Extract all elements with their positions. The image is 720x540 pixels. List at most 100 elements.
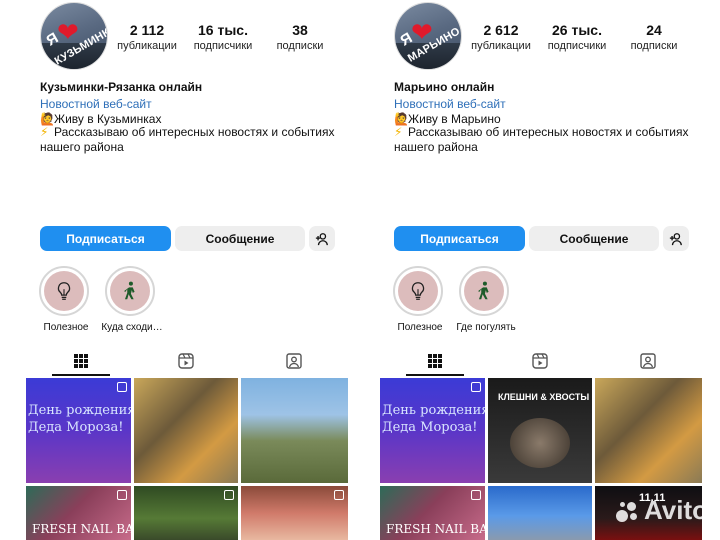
post-tile[interactable] xyxy=(241,378,348,483)
grid-icon xyxy=(74,354,88,368)
stat-followers[interactable]: 26 тыс. подписчики xyxy=(540,21,614,53)
tab-posts[interactable] xyxy=(424,350,446,372)
active-tab-indicator xyxy=(52,374,110,376)
avito-watermark: Avito xyxy=(614,495,708,526)
profile-kuzminki: ❤ Я КУЗЬМИНКИ 2 112 публикации 16 тыс. п… xyxy=(0,0,360,540)
stat-label: публикации xyxy=(117,40,177,52)
highlight-label: Полезное xyxy=(43,322,89,333)
stat-number: 24 xyxy=(646,22,662,38)
highlight-useful[interactable]: Полезное xyxy=(39,266,91,333)
bio-text: Живу в Кузьминках xyxy=(54,112,162,126)
stat-label: подписчики xyxy=(547,40,607,52)
post-tile[interactable] xyxy=(595,378,702,483)
stat-following[interactable]: 38 подписки xyxy=(268,21,332,53)
add-user-icon xyxy=(315,232,328,245)
tagged-user-icon xyxy=(286,353,302,369)
walking-person-icon xyxy=(478,281,489,300)
add-user-button[interactable] xyxy=(309,226,335,251)
profile-name: Марьино онлайн xyxy=(394,80,495,94)
avatar[interactable]: ❤ Я КУЗЬМИНКИ xyxy=(40,2,108,70)
lightning-emoji-icon: ⚡ xyxy=(40,125,49,139)
post-tile[interactable]: FRESH NAIL BAR xyxy=(380,486,485,540)
lightbulb-icon xyxy=(57,282,71,300)
profile-name: Кузьминки-Рязанка онлайн xyxy=(40,80,203,94)
carousel-icon xyxy=(117,382,127,392)
tab-tagged[interactable] xyxy=(283,350,305,372)
highlight-useful[interactable]: Полезное xyxy=(393,266,445,333)
post-caption: FRESH NAIL BAR xyxy=(386,522,485,536)
highlight-label: Где погулять xyxy=(456,322,516,333)
bio-line-2: ⚡ Рассказываю об интересных новостях и со… xyxy=(394,125,714,155)
follow-button[interactable]: Подписаться xyxy=(394,226,525,251)
stat-number: 16 тыс. xyxy=(198,22,248,38)
carousel-icon xyxy=(334,490,344,500)
walking-person-icon xyxy=(124,281,135,300)
lightning-emoji-icon: ⚡ xyxy=(394,125,403,139)
add-user-icon xyxy=(669,232,682,245)
stat-number: 2 112 xyxy=(129,22,165,38)
stat-label: подписки xyxy=(630,40,678,52)
highlight-where-to-go[interactable]: Куда сходи… xyxy=(101,266,163,333)
stat-posts[interactable]: 2 612 публикации xyxy=(466,21,536,53)
food-plate-image xyxy=(510,418,570,468)
post-tile[interactable]: FRESH NAIL BAR xyxy=(26,486,131,540)
tab-tagged[interactable] xyxy=(637,350,659,372)
highlight-label: Полезное xyxy=(397,322,443,333)
reels-icon xyxy=(471,490,481,500)
stat-followers[interactable]: 16 тыс. подписчики xyxy=(186,21,260,53)
tab-reels[interactable] xyxy=(175,350,197,372)
tagged-user-icon xyxy=(640,353,656,369)
post-caption: FRESH NAIL BAR xyxy=(32,522,131,536)
stat-number: 38 xyxy=(292,22,308,38)
follow-button[interactable]: Подписаться xyxy=(40,226,171,251)
stat-number: 2 612 xyxy=(483,22,519,38)
highlight-where-to-walk[interactable]: Где погулять xyxy=(456,266,516,333)
bio-line-1: 🙋Живу в Кузьминках xyxy=(40,112,161,126)
stat-label: подписчики xyxy=(193,40,253,52)
message-button[interactable]: Сообщение xyxy=(529,226,659,251)
stat-posts[interactable]: 2 112 публикации xyxy=(112,21,182,53)
post-tile[interactable] xyxy=(134,486,238,540)
bio-line-2: ⚡ Рассказываю об интересных новостях и со… xyxy=(40,125,360,155)
lightbulb-icon xyxy=(411,282,425,300)
stat-label: публикации xyxy=(471,40,531,52)
bio-text: Рассказываю об интересных новостях и соб… xyxy=(40,125,335,154)
woman-emoji-icon: 🙋 xyxy=(394,112,409,126)
reels-icon xyxy=(178,353,194,369)
profile-category-link[interactable]: Новостной веб-сайт xyxy=(394,97,506,111)
carousel-icon xyxy=(471,382,481,392)
post-caption: День рождения Деда Мороза! xyxy=(28,403,131,435)
avito-logo-icon xyxy=(614,498,640,524)
highlight-label: Куда сходи… xyxy=(101,322,163,333)
active-tab-indicator xyxy=(406,374,464,376)
profile-marino: ❤ Я МАРЬИНО 2 612 публикации 26 тыс. под… xyxy=(354,0,714,540)
bio-line-1: 🙋Живу в Марьино xyxy=(394,112,501,126)
bio-text: Живу в Марьино xyxy=(408,112,501,126)
post-tile[interactable] xyxy=(241,486,348,540)
message-button[interactable]: Сообщение xyxy=(175,226,305,251)
content-tabs xyxy=(26,350,346,376)
post-tile[interactable]: КЛЕШНИ & ХВОСТЫ xyxy=(488,378,592,483)
content-tabs xyxy=(380,350,700,376)
post-tile[interactable] xyxy=(134,378,238,483)
reels-icon xyxy=(532,353,548,369)
avatar[interactable]: ❤ Я МАРЬИНО xyxy=(394,2,462,70)
bio-text: Рассказываю об интересных новостях и соб… xyxy=(394,125,689,154)
posts-grid: День рождения Деда Мороза! FRESH NAIL BA… xyxy=(26,378,348,540)
avito-wordmark: Avito xyxy=(643,495,708,525)
tab-posts[interactable] xyxy=(70,350,92,372)
tab-reels[interactable] xyxy=(529,350,551,372)
add-user-button[interactable] xyxy=(663,226,689,251)
post-tile[interactable] xyxy=(488,486,592,540)
woman-emoji-icon: 🙋 xyxy=(40,112,55,126)
post-caption: День рождения Деда Мороза! xyxy=(382,403,485,435)
carousel-icon xyxy=(224,490,234,500)
heart-icon: ❤ xyxy=(57,17,79,47)
reels-icon xyxy=(117,490,127,500)
post-tile[interactable]: День рождения Деда Мороза! xyxy=(26,378,131,483)
post-caption: КЛЕШНИ & ХВОСТЫ xyxy=(498,392,590,402)
profile-category-link[interactable]: Новостной веб-сайт xyxy=(40,97,152,111)
stat-label: подписки xyxy=(276,40,324,52)
post-tile[interactable]: День рождения Деда Мороза! xyxy=(380,378,485,483)
stat-following[interactable]: 24 подписки xyxy=(622,21,686,53)
